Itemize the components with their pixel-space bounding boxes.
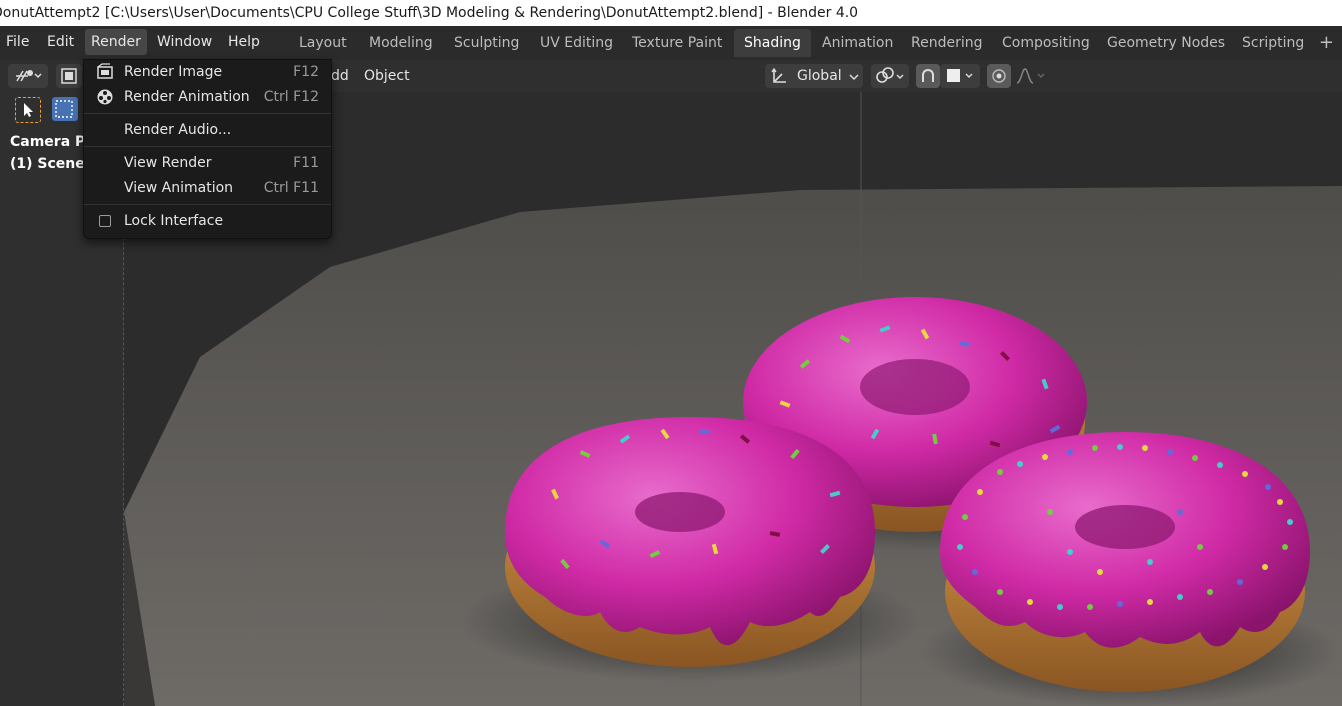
dashed-box-icon bbox=[55, 100, 73, 118]
tab-compositing[interactable]: Compositing bbox=[992, 29, 1100, 57]
top-bar: File Edit Render Window Help Layout Mode… bbox=[0, 26, 1342, 60]
select-box-icon bbox=[61, 68, 77, 84]
object-menu[interactable]: Object bbox=[364, 64, 410, 88]
tab-rendering[interactable]: Rendering bbox=[901, 29, 993, 57]
tab-scripting[interactable]: Scripting bbox=[1232, 29, 1314, 57]
tab-texture-paint[interactable]: Texture Paint bbox=[622, 29, 732, 57]
menu-item-render-animation[interactable]: Render Animation Ctrl F12 bbox=[84, 85, 331, 109]
render-image-label: Render Image bbox=[124, 64, 223, 80]
menu-window[interactable]: Window bbox=[151, 29, 218, 55]
select-tool-button[interactable] bbox=[15, 97, 41, 123]
render-animation-shortcut: Ctrl F12 bbox=[263, 89, 319, 105]
proportional-editing-toggle[interactable] bbox=[987, 64, 1011, 88]
tab-shading[interactable]: Shading bbox=[734, 29, 811, 57]
tab-uv-editing[interactable]: UV Editing bbox=[530, 29, 623, 57]
pivot-point-dropdown[interactable] bbox=[871, 64, 909, 88]
render-animation-icon bbox=[97, 89, 113, 105]
view-animation-shortcut: Ctrl F11 bbox=[263, 180, 319, 196]
tab-sculpting[interactable]: Sculpting bbox=[444, 29, 529, 57]
tab-animation[interactable]: Animation bbox=[812, 29, 903, 57]
lock-interface-checkbox[interactable] bbox=[99, 215, 111, 227]
falloff-dropdown[interactable] bbox=[1011, 64, 1051, 88]
window-titlebar: DonutAttempt2 [C:\Users\User\Documents\C… bbox=[0, 0, 1342, 26]
lock-interface-label: Lock Interface bbox=[124, 213, 224, 229]
render-audio-label: Render Audio... bbox=[124, 122, 232, 138]
editor-type-button[interactable] bbox=[8, 64, 48, 88]
menu-item-lock-interface[interactable]: Lock Interface bbox=[84, 209, 331, 233]
menu-separator bbox=[84, 113, 331, 114]
menu-separator bbox=[84, 204, 331, 205]
view-render-label: View Render bbox=[124, 155, 212, 171]
chevron-down-icon bbox=[849, 74, 859, 81]
transform-orientation-dropdown[interactable]: Global bbox=[765, 64, 863, 88]
falloff-curve-icon bbox=[1016, 68, 1045, 84]
menu-file[interactable]: File bbox=[0, 29, 35, 55]
link-icon bbox=[876, 67, 904, 83]
magnet-icon bbox=[922, 69, 934, 82]
view-animation-label: View Animation bbox=[124, 180, 234, 196]
menu-item-view-render[interactable]: View Render F11 bbox=[84, 151, 331, 175]
tab-layout[interactable]: Layout bbox=[289, 29, 357, 57]
square-icon bbox=[947, 69, 973, 82]
snap-target-dropdown[interactable] bbox=[940, 64, 980, 88]
menu-help[interactable]: Help bbox=[222, 29, 266, 55]
add-workspace-button[interactable]: + bbox=[1319, 29, 1334, 57]
window-title: DonutAttempt2 [C:\Users\User\Documents\C… bbox=[0, 5, 859, 21]
view-render-shortcut: F11 bbox=[293, 155, 319, 171]
render-menu-dropdown: Render Image F12 Render Animation Ctrl F… bbox=[83, 59, 332, 239]
tab-modeling[interactable]: Modeling bbox=[359, 29, 443, 57]
menu-edit[interactable]: Edit bbox=[41, 29, 80, 55]
menu-item-render-image[interactable]: Render Image F12 bbox=[84, 60, 331, 84]
render-image-icon bbox=[97, 63, 113, 79]
transform-orientation-icon bbox=[771, 67, 786, 83]
menu-render[interactable]: Render bbox=[85, 29, 147, 55]
cursor-arrow-icon bbox=[24, 103, 33, 117]
add-menu-partial[interactable]: dd bbox=[331, 64, 349, 88]
view-mode-button[interactable] bbox=[56, 64, 82, 88]
render-animation-label: Render Animation bbox=[124, 89, 250, 105]
transform-orientation-label: Global bbox=[797, 68, 842, 84]
menu-separator bbox=[84, 146, 331, 147]
tab-geometry-nodes[interactable]: Geometry Nodes bbox=[1097, 29, 1235, 57]
render-image-shortcut: F12 bbox=[293, 64, 319, 80]
menu-item-view-animation[interactable]: View Animation Ctrl F11 bbox=[84, 176, 331, 200]
snap-toggle[interactable] bbox=[916, 64, 940, 88]
editor-type-icon bbox=[16, 70, 42, 82]
menu-item-render-audio[interactable]: Render Audio... bbox=[84, 118, 331, 142]
proportional-editing-icon bbox=[992, 69, 1006, 83]
select-box-button[interactable] bbox=[52, 97, 78, 121]
